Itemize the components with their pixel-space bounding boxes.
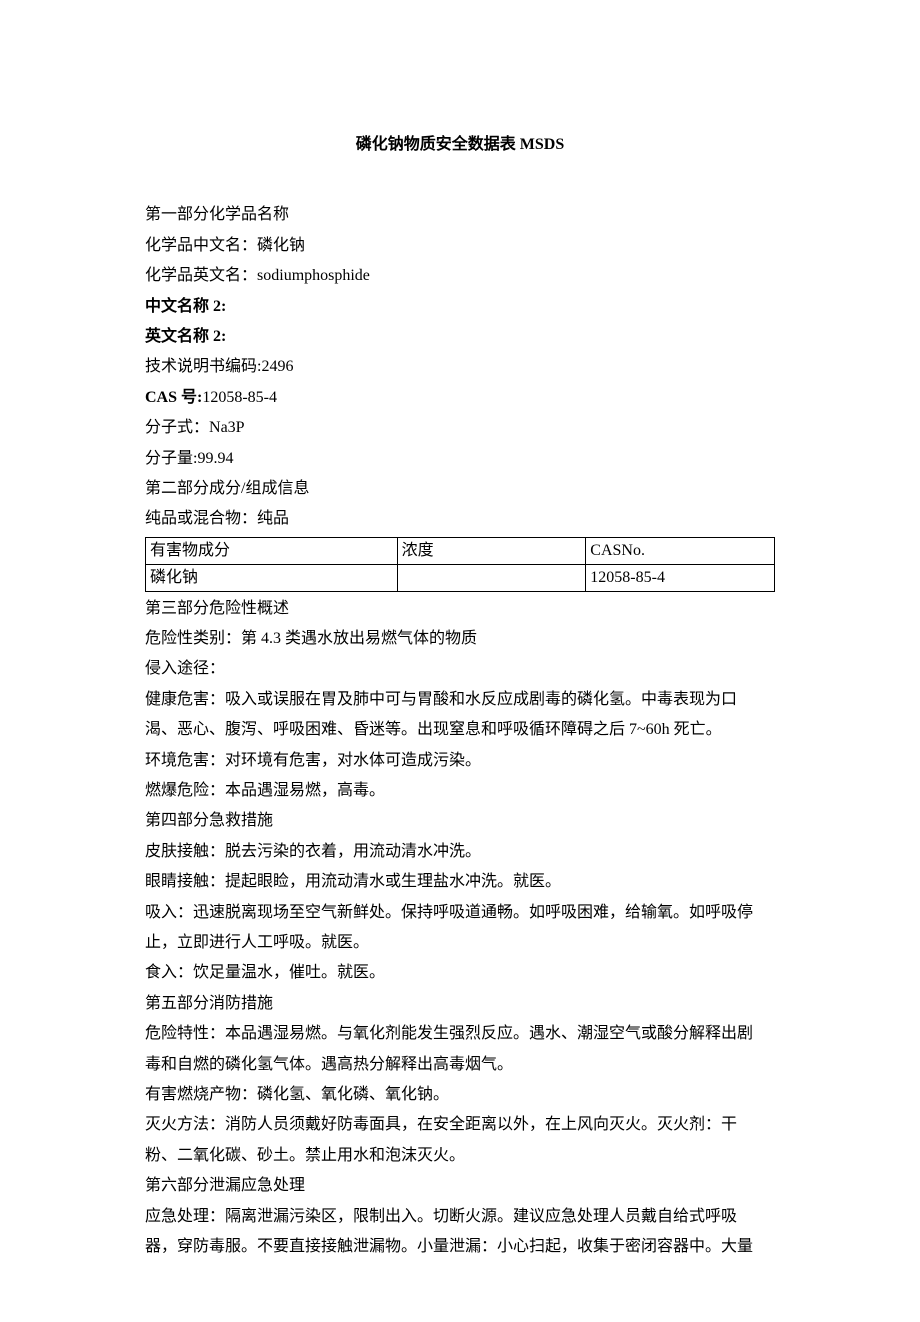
name-en-value: sodiumphosphide xyxy=(257,267,370,284)
skin-label: 皮肤接触： xyxy=(145,843,225,860)
td-component: 磷化钠 xyxy=(146,564,398,591)
inhale-line1: 吸入：迅速脱离现场至空气新鲜处。保持呼吸道通畅。如呼吸困难，给输氧。如呼吸停 xyxy=(145,898,775,928)
name-cn-label: 化学品中文名： xyxy=(145,237,257,254)
skin-line: 皮肤接触：脱去污染的衣着，用流动清水冲洗。 xyxy=(145,837,775,867)
eye-line: 眼睛接触：提起眼睑，用流动清水或生理盐水冲洗。就医。 xyxy=(145,867,775,897)
ingest-line: 食入：饮足量温水，催吐。就医。 xyxy=(145,958,775,988)
hazard-category-line: 危险性类别：第 4.3 类遇水放出易燃气体的物质 xyxy=(145,624,775,654)
section1-header: 第一部分化学品名称 xyxy=(145,200,775,230)
tech-code-line: 技术说明书编码:2496 xyxy=(145,352,775,382)
mw-label: 分子量: xyxy=(145,450,197,467)
cas-value: 12058-85-4 xyxy=(202,389,277,406)
ingest-value: 饮足量温水，催吐。就医。 xyxy=(193,964,385,981)
mw-value: 99.94 xyxy=(197,450,233,467)
tech-code-value: 2496 xyxy=(261,358,293,375)
cas-line: CAS 号:12058-85-4 xyxy=(145,383,775,413)
table-row: 磷化钠 12058-85-4 xyxy=(146,564,775,591)
cn-name2-label: 中文名称 2: xyxy=(145,292,775,322)
section6-header: 第六部分泄漏应急处理 xyxy=(145,1171,775,1201)
section2-header: 第二部分成分/组成信息 xyxy=(145,474,775,504)
formula-label: 分子式： xyxy=(145,419,209,436)
combust-value: 磷化氢、氧化磷、氧化钠。 xyxy=(257,1086,449,1103)
skin-value: 脱去污染的衣着，用流动清水冲洗。 xyxy=(225,843,481,860)
th-concentration: 浓度 xyxy=(397,537,586,564)
combust-label: 有害燃烧产物： xyxy=(145,1086,257,1103)
td-concentration xyxy=(397,564,586,591)
env-line: 环境危害：对环境有危害，对水体可造成污染。 xyxy=(145,746,775,776)
explode-line: 燃爆危险：本品遇湿易燃，高毒。 xyxy=(145,776,775,806)
extinguish-line2: 粉、二氧化碳、砂土。禁止用水和泡沫灭火。 xyxy=(145,1141,775,1171)
explode-value: 本品遇湿易燃，高毒。 xyxy=(225,782,385,799)
hazard-category-value: 第 4.3 类遇水放出易燃气体的物质 xyxy=(241,630,477,647)
document-title: 磷化钠物质安全数据表 MSDS xyxy=(145,130,775,160)
name-en-line: 化学品英文名：sodiumphosphide xyxy=(145,261,775,291)
name-cn-value: 磷化钠 xyxy=(257,237,305,254)
section3-header: 第三部分危险性概述 xyxy=(145,594,775,624)
emergency-line1: 应急处理：隔离泄漏污染区，限制出入。切断火源。建议应急处理人员戴自给式呼吸 xyxy=(145,1202,775,1232)
th-component: 有害物成分 xyxy=(146,537,398,564)
tech-code-label: 技术说明书编码: xyxy=(145,358,261,375)
inhale-line2: 止，立即进行人工呼吸。就医。 xyxy=(145,928,775,958)
mw-line: 分子量:99.94 xyxy=(145,444,775,474)
name-cn-line: 化学品中文名：磷化钠 xyxy=(145,231,775,261)
pure-line: 纯品或混合物：纯品 xyxy=(145,504,775,534)
formula-value: Na3P xyxy=(209,419,245,436)
route-label: 侵入途径： xyxy=(145,654,775,684)
extinguish-line1: 灭火方法：消防人员须戴好防毒面具，在安全距离以外，在上风向灭火。灭火剂：干 xyxy=(145,1110,775,1140)
en-name2-label: 英文名称 2: xyxy=(145,322,775,352)
ingest-label: 食入： xyxy=(145,964,193,981)
th-cas: CASNo. xyxy=(586,537,775,564)
env-value: 对环境有危害，对水体可造成污染。 xyxy=(225,752,481,769)
name-en-label: 化学品英文名： xyxy=(145,267,257,284)
table-header-row: 有害物成分 浓度 CASNo. xyxy=(146,537,775,564)
hazard-char-line2: 毒和自燃的磷化氢气体。遇高热分解释出高毒烟气。 xyxy=(145,1050,775,1080)
section4-header: 第四部分急救措施 xyxy=(145,806,775,836)
env-label: 环境危害： xyxy=(145,752,225,769)
combust-line: 有害燃烧产物：磷化氢、氧化磷、氧化钠。 xyxy=(145,1080,775,1110)
composition-table: 有害物成分 浓度 CASNo. 磷化钠 12058-85-4 xyxy=(145,537,775,592)
hazard-category-label: 危险性类别： xyxy=(145,630,241,647)
eye-value: 提起眼睑，用流动清水或生理盐水冲洗。就医。 xyxy=(225,873,561,890)
pure-label: 纯品或混合物： xyxy=(145,510,257,527)
cas-label: CAS 号: xyxy=(145,389,202,406)
explode-label: 燃爆危险： xyxy=(145,782,225,799)
health-line2: 渴、恶心、腹泻、呼吸困难、昏迷等。出现窒息和呼吸循环障碍之后 7~60h 死亡。 xyxy=(145,715,775,745)
td-cas: 12058-85-4 xyxy=(586,564,775,591)
pure-value: 纯品 xyxy=(257,510,289,527)
formula-line: 分子式：Na3P xyxy=(145,413,775,443)
emergency-line2: 器，穿防毒服。不要直接接触泄漏物。小量泄漏：小心扫起，收集于密闭容器中。大量 xyxy=(145,1232,775,1262)
eye-label: 眼睛接触： xyxy=(145,873,225,890)
hazard-char-line1: 危险特性：本品遇湿易燃。与氧化剂能发生强烈反应。遇水、潮湿空气或酸分解释出剧 xyxy=(145,1019,775,1049)
health-line1: 健康危害：吸入或误服在胃及肺中可与胃酸和水反应成剧毒的磷化氢。中毒表现为口 xyxy=(145,685,775,715)
section5-header: 第五部分消防措施 xyxy=(145,989,775,1019)
